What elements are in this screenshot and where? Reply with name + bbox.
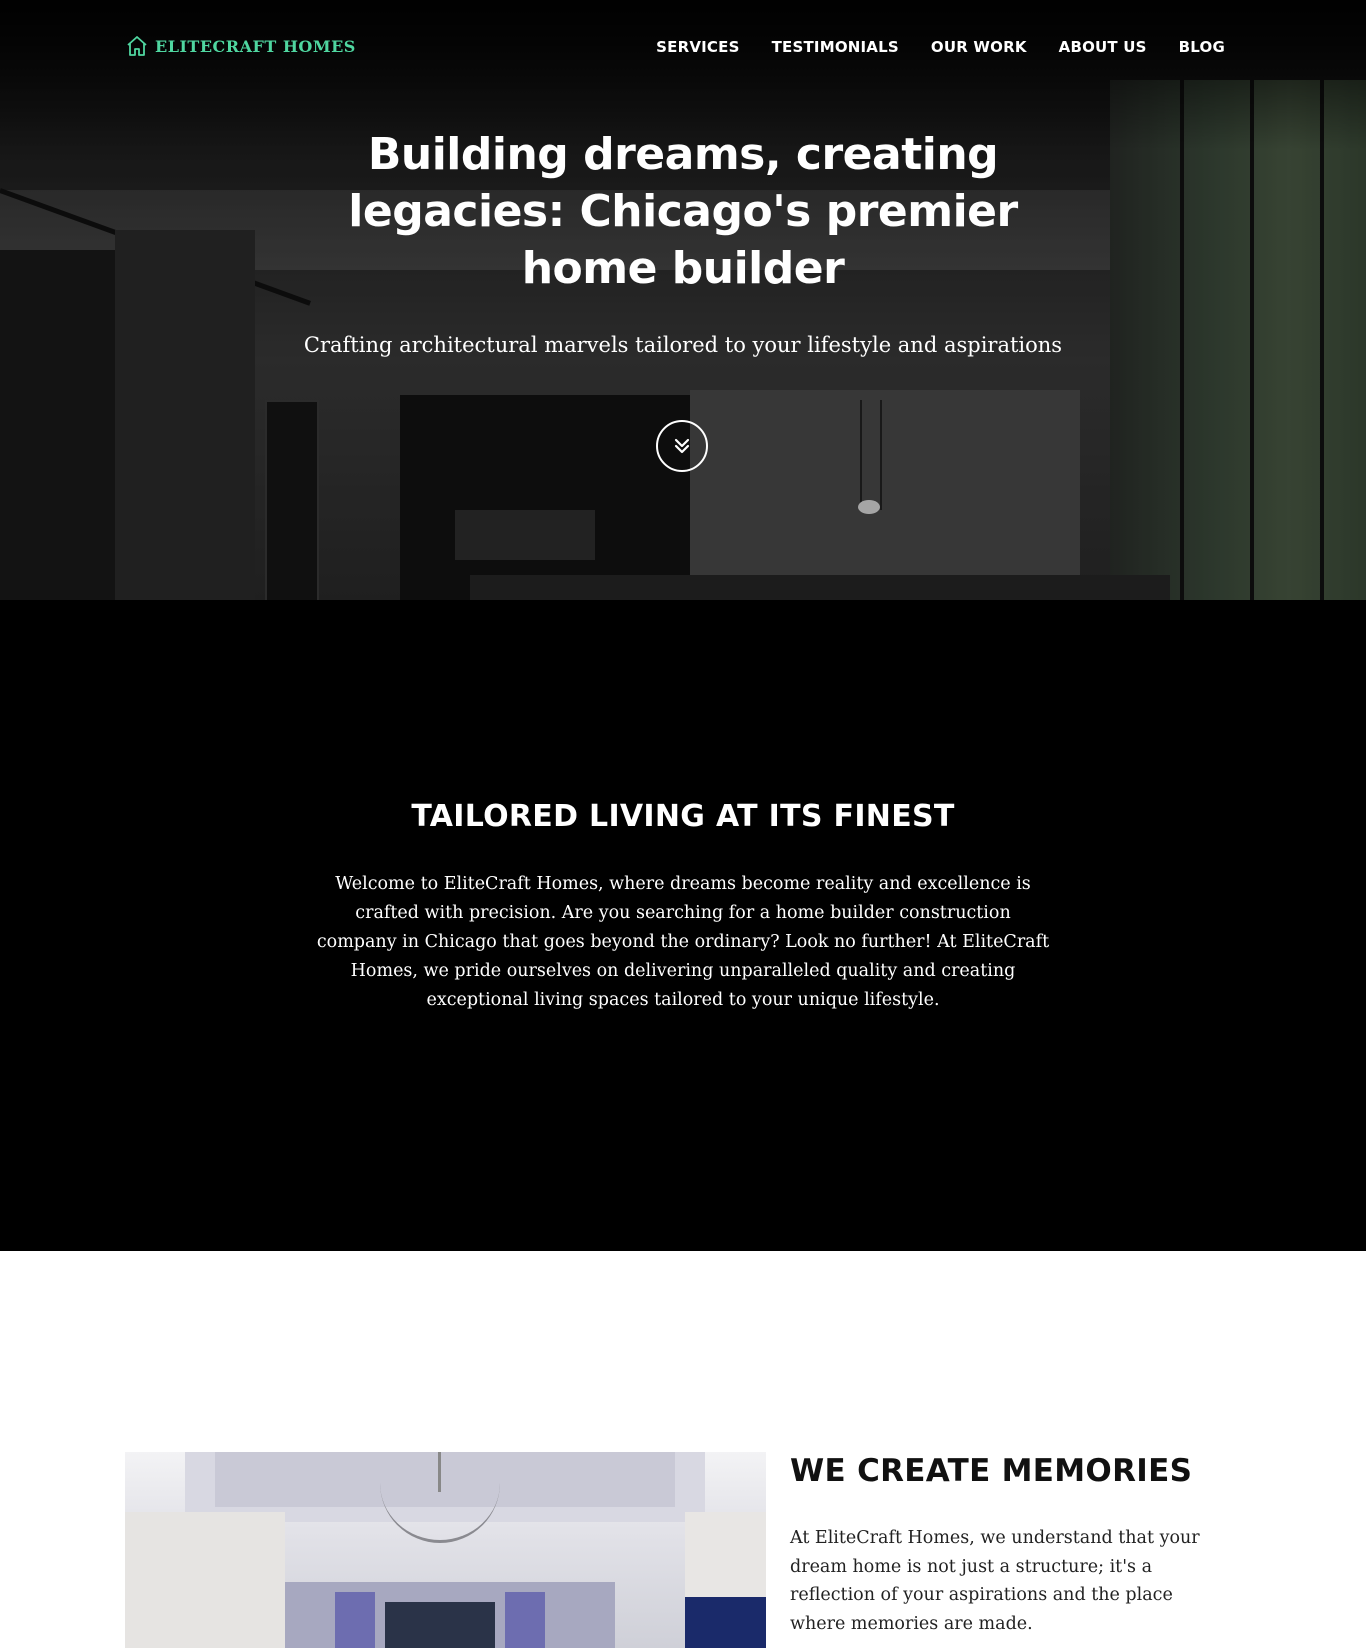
intro-section: TAILORED LIVING AT ITS FINEST Welcome to… [0, 600, 1366, 1251]
hero-title: Building dreams, creating legacies: Chic… [348, 129, 1018, 294]
double-chevron-down-icon [674, 438, 690, 454]
photo-window [385, 1602, 495, 1648]
hero-subtitle: Crafting architectural marvels tailored … [303, 333, 1063, 357]
brand-name: ELITECRAFT HOMES [155, 36, 356, 56]
memories-heading: WE CREATE MEMORIES [790, 1453, 1193, 1489]
brand-logo[interactable]: ELITECRAFT HOMES [126, 34, 356, 58]
photo-wall [125, 1512, 285, 1648]
house-icon [127, 36, 147, 56]
nav-blog[interactable]: BLOG [1179, 38, 1225, 56]
photo-chandelier [380, 1480, 500, 1543]
photo-tv [685, 1597, 766, 1648]
hero-section: ELITECRAFT HOMES SERVICES TESTIMONIALS O… [0, 0, 1366, 600]
photo-curtain [505, 1592, 545, 1648]
nav-testimonials[interactable]: TESTIMONIALS [772, 38, 899, 56]
intro-body: Welcome to EliteCraft Homes, where dream… [316, 874, 1050, 1010]
scroll-down-button[interactable] [656, 420, 708, 472]
interior-photo [125, 1452, 766, 1648]
memories-body: At EliteCraft Homes, we understand that … [790, 1528, 1200, 1634]
top-nav: ELITECRAFT HOMES SERVICES TESTIMONIALS O… [0, 0, 1366, 96]
photo-curtain [335, 1592, 375, 1648]
nav-our-work[interactable]: OUR WORK [931, 38, 1027, 56]
main-menu: SERVICES TESTIMONIALS OUR WORK ABOUT US … [656, 38, 1225, 56]
nav-services[interactable]: SERVICES [656, 38, 739, 56]
nav-about-us[interactable]: ABOUT US [1059, 38, 1147, 56]
intro-heading: TAILORED LIVING AT ITS FINEST [411, 799, 955, 834]
